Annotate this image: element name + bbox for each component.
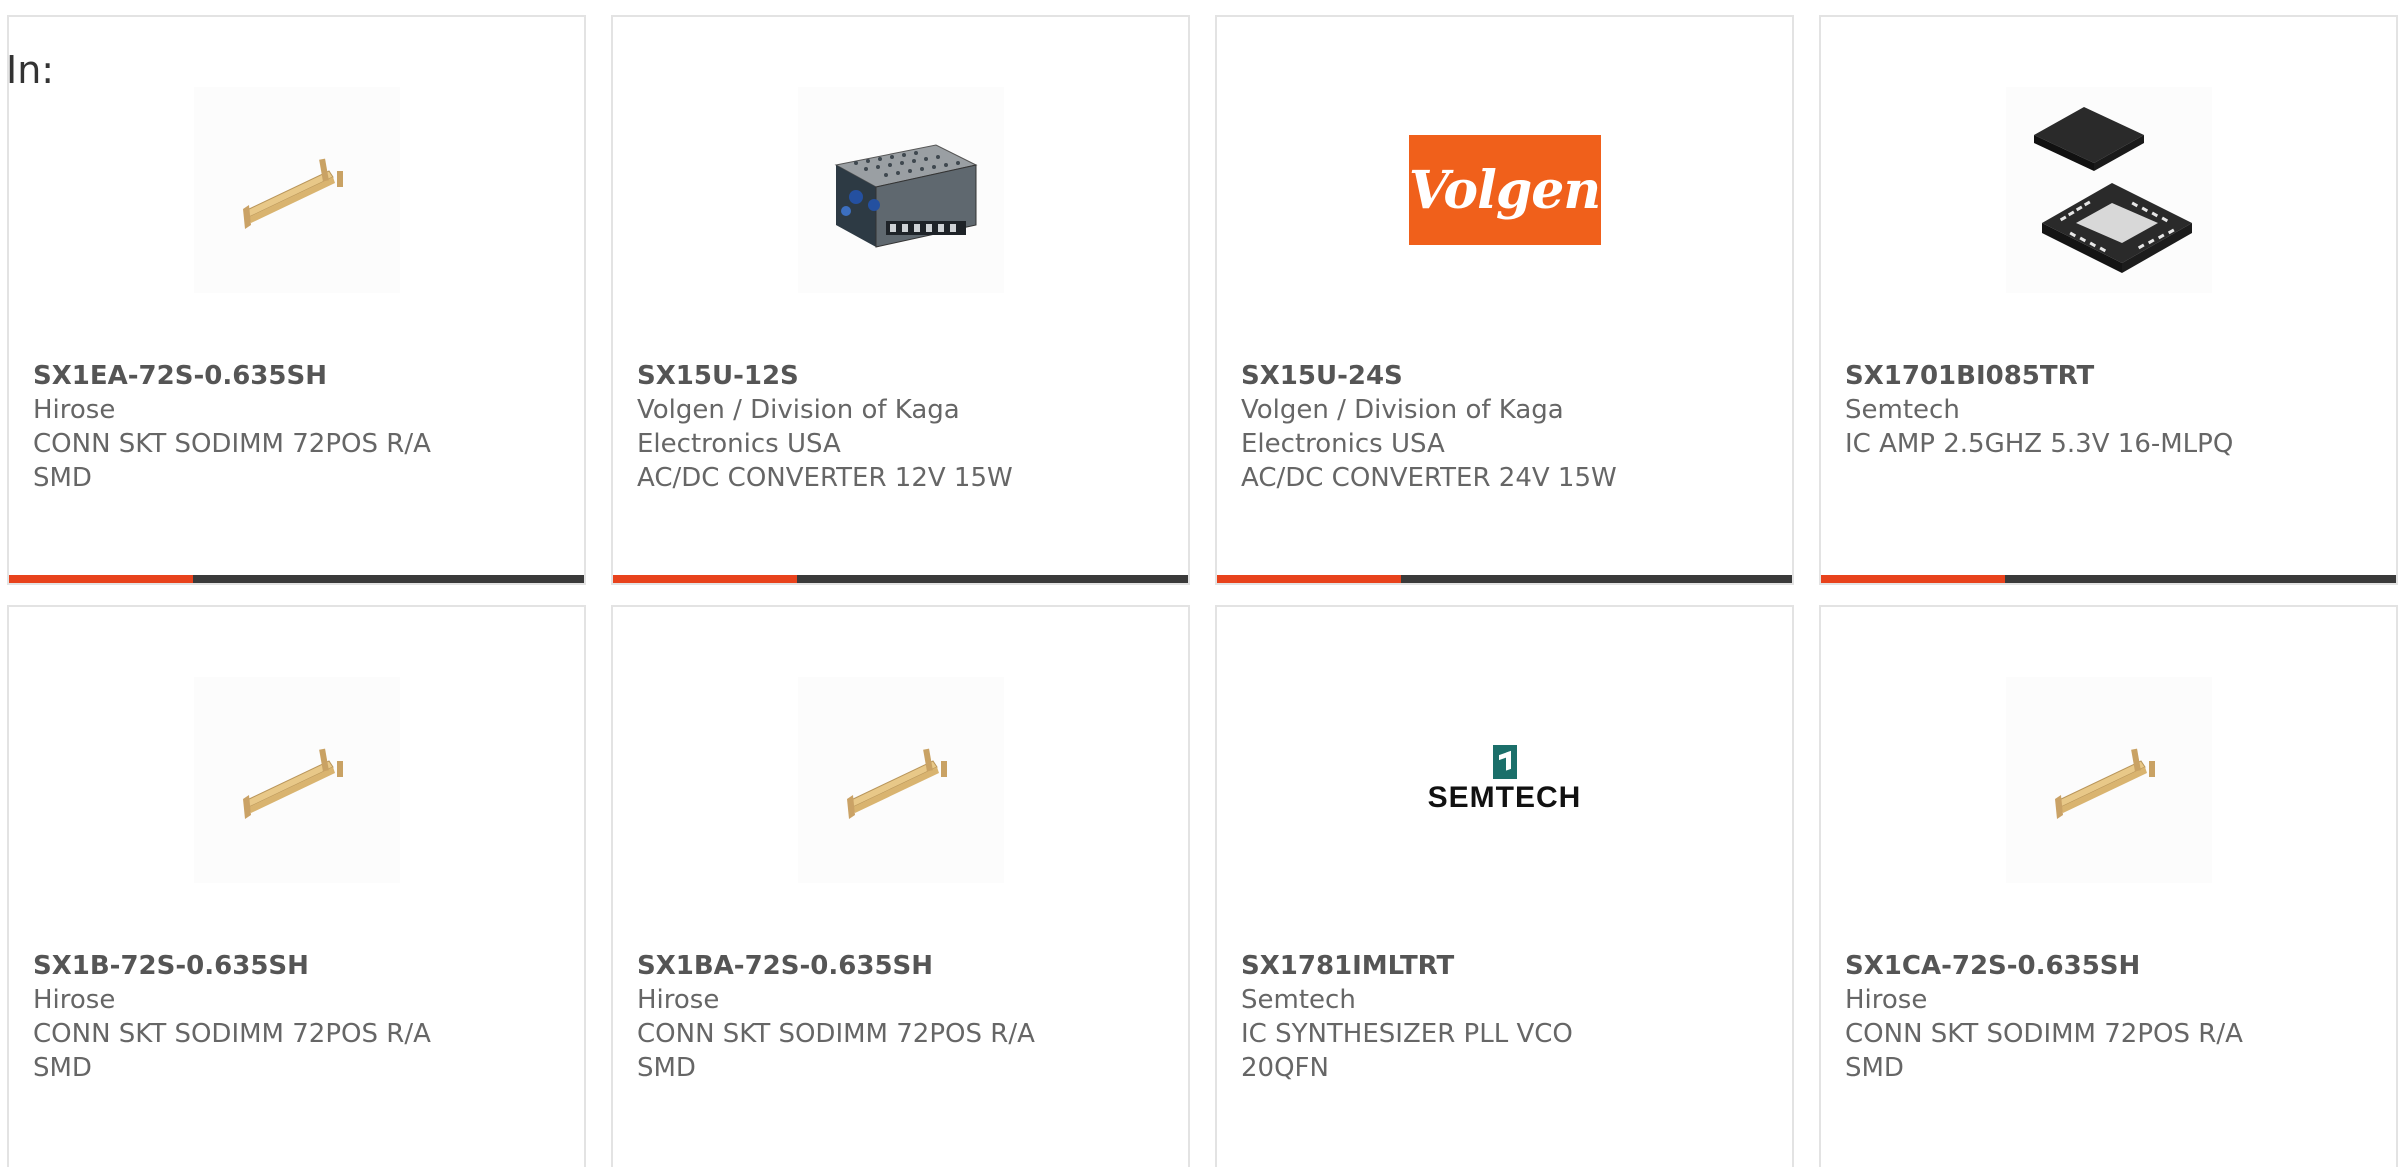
description: CONN SKT SODIMM 72POS R/A SMD <box>33 1019 431 1083</box>
product-thumbnail[interactable] <box>193 87 400 293</box>
progress-fill <box>1217 575 1401 583</box>
product-info: SX15U-12S Volgen / Division of Kaga Elec… <box>637 359 1164 495</box>
product-info: SX1CA-72S-0.635SH Hirose CONN SKT SODIMM… <box>1845 949 2372 1085</box>
progress-bar <box>1821 575 2396 583</box>
progress-bar <box>1217 575 1792 583</box>
part-number-link[interactable]: SX15U-12S <box>637 359 1164 393</box>
connector-image <box>2054 748 2155 819</box>
manufacturer: Volgen / Division of Kaga Electronics US… <box>1241 395 1564 459</box>
progress-bar <box>9 575 584 583</box>
product-card[interactable]: SX1B-72S-0.635SH Hirose CONN SKT SODIMM … <box>7 605 586 1167</box>
product-grid: SX1EA-72S-0.635SH Hirose CONN SKT SODIMM… <box>7 15 2398 1167</box>
manufacturer: Hirose <box>33 395 116 425</box>
product-grid-page: In: SX1EA-72S-0.635SH Hirose CONN SKT SO… <box>0 0 2400 1167</box>
product-info: SX1781IMLTRT Semtech IC SYNTHESIZER PLL … <box>1241 949 1768 1085</box>
description: AC/DC CONVERTER 24V 15W <box>1241 463 1617 493</box>
description: CONN SKT SODIMM 72POS R/A SMD <box>33 429 431 493</box>
manufacturer: Hirose <box>1845 985 1928 1015</box>
product-card[interactable]: SX1BA-72S-0.635SH Hirose CONN SKT SODIMM… <box>611 605 1190 1167</box>
progress-bar <box>613 575 1188 583</box>
volgen-logo: Volgen <box>1408 135 1601 245</box>
power-supply-image <box>834 144 977 248</box>
product-card[interactable]: SEMTECH SX1781IMLTRT Semtech IC SYNTHESI… <box>1215 605 1794 1167</box>
description: IC AMP 2.5GHZ 5.3V 16-MLPQ <box>1845 429 2234 459</box>
semtech-logo: SEMTECH <box>1428 745 1582 815</box>
manufacturer: Semtech <box>1241 985 1356 1015</box>
connector-image <box>846 748 947 819</box>
in-label: In: <box>6 48 55 92</box>
manufacturer: Hirose <box>33 985 116 1015</box>
product-card[interactable]: SX1EA-72S-0.635SH Hirose CONN SKT SODIMM… <box>7 15 586 585</box>
description: AC/DC CONVERTER 12V 15W <box>637 463 1013 493</box>
product-info: SX1B-72S-0.635SH Hirose CONN SKT SODIMM … <box>33 949 560 1085</box>
progress-fill <box>9 575 193 583</box>
connector-image <box>242 158 343 229</box>
part-number-link[interactable]: SX1701BI085TRT <box>1845 359 2372 393</box>
product-info: SX1BA-72S-0.635SH Hirose CONN SKT SODIMM… <box>637 949 1164 1085</box>
manufacturer: Volgen / Division of Kaga Electronics US… <box>637 395 960 459</box>
progress-fill <box>1821 575 2005 583</box>
product-info: SX15U-24S Volgen / Division of Kaga Elec… <box>1241 359 1768 495</box>
description: CONN SKT SODIMM 72POS R/A SMD <box>637 1019 1035 1083</box>
product-card[interactable]: SX1701BI085TRT Semtech IC AMP 2.5GHZ 5.3… <box>1819 15 2398 585</box>
semtech-mark-icon <box>1492 745 1517 779</box>
product-info: SX1EA-72S-0.635SH Hirose CONN SKT SODIMM… <box>33 359 560 495</box>
product-thumbnail[interactable] <box>797 87 1004 293</box>
product-card[interactable]: SX1CA-72S-0.635SH Hirose CONN SKT SODIMM… <box>1819 605 2398 1167</box>
part-number-link[interactable]: SX1781IMLTRT <box>1241 949 1768 983</box>
part-number-link[interactable]: SX1B-72S-0.635SH <box>33 949 560 983</box>
product-thumbnail[interactable] <box>797 677 1004 883</box>
connector-image <box>242 748 343 819</box>
product-thumbnail[interactable] <box>193 677 400 883</box>
progress-fill <box>613 575 797 583</box>
part-number-link[interactable]: SX1EA-72S-0.635SH <box>33 359 560 393</box>
manufacturer: Hirose <box>637 985 720 1015</box>
product-card[interactable]: Volgen SX15U-24S Volgen / Division of Ka… <box>1215 15 1794 585</box>
part-number-link[interactable]: SX15U-24S <box>1241 359 1768 393</box>
part-number-link[interactable]: SX1CA-72S-0.635SH <box>1845 949 2372 983</box>
product-thumbnail[interactable]: SEMTECH <box>1401 677 1608 883</box>
product-card[interactable]: SX15U-12S Volgen / Division of Kaga Elec… <box>611 15 1190 585</box>
product-thumbnail[interactable]: Volgen <box>1401 87 1608 293</box>
product-thumbnail[interactable] <box>2005 677 2212 883</box>
description: IC SYNTHESIZER PLL VCO 20QFN <box>1241 1019 1573 1083</box>
product-info: SX1701BI085TRT Semtech IC AMP 2.5GHZ 5.3… <box>1845 359 2372 461</box>
ic-chip-image <box>2033 107 2192 273</box>
description: CONN SKT SODIMM 72POS R/A SMD <box>1845 1019 2243 1083</box>
part-number-link[interactable]: SX1BA-72S-0.635SH <box>637 949 1164 983</box>
product-thumbnail[interactable] <box>2005 87 2212 293</box>
semtech-wordmark: SEMTECH <box>1427 781 1582 814</box>
manufacturer: Semtech <box>1845 395 1960 425</box>
